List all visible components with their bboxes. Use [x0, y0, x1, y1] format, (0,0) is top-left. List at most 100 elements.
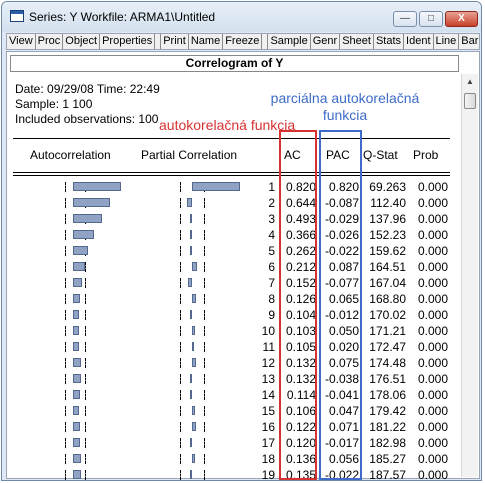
toolbar-proc-button[interactable]: Proc	[35, 34, 64, 49]
toolbar-ident-button[interactable]: Ident	[404, 34, 434, 49]
ac-band-right-dash	[85, 310, 86, 320]
toolbar-line-button[interactable]: Line	[433, 34, 460, 49]
ac-annotation-label: autokorelačná funkcia	[159, 117, 296, 133]
ac-bar	[73, 278, 82, 287]
toolbar-genr-button[interactable]: Genr	[310, 34, 341, 49]
pac-band-left-dash	[180, 438, 181, 448]
partial-correlation-header: Partial Correlation	[141, 148, 238, 162]
title-bar[interactable]: Series: Y Workfile: ARMA1\Untitled — □ X	[2, 2, 481, 32]
pac-bar	[192, 182, 240, 191]
scroll-thumb[interactable]	[464, 93, 476, 109]
ac-bar	[73, 406, 80, 415]
ac-band-left-dash	[65, 358, 66, 368]
lag-cell: 12	[261, 356, 275, 370]
pac-bar	[192, 406, 195, 415]
lag-cell: 11	[262, 340, 275, 354]
vertical-scrollbar[interactable]: ▲	[461, 74, 478, 477]
qstat-cell: 182.98	[369, 436, 406, 450]
prob-cell: 0.000	[417, 452, 448, 466]
scroll-up-icon[interactable]: ▲	[462, 74, 478, 90]
close-button[interactable]: X	[445, 11, 478, 27]
qstat-cell: 152.23	[369, 228, 406, 242]
toolbar-properties-button[interactable]: Properties	[100, 34, 156, 49]
lag-cell: 9	[268, 308, 275, 322]
qstat-header: Q-Stat	[363, 148, 398, 162]
pac-band-right-dash	[204, 278, 205, 288]
qstat-cell: 167.04	[369, 276, 406, 290]
prob-cell: 0.000	[417, 212, 448, 226]
prob-header: Prob	[413, 148, 439, 162]
qstat-cell: 170.02	[369, 308, 406, 322]
lag-cell: 8	[268, 292, 275, 306]
lag-cell: 15	[261, 404, 275, 418]
pac-band-left-dash	[180, 374, 181, 384]
prob-cell: 0.000	[417, 404, 448, 418]
ac-bar	[73, 326, 79, 335]
correlogram-row: 2 0.644 -0.087 112.40 0.000	[7, 195, 457, 211]
pac-bar	[192, 454, 196, 463]
toolbar-name-button[interactable]: Name	[188, 34, 224, 49]
maximize-button[interactable]: □	[419, 11, 443, 27]
prob-cell: 0.000	[417, 340, 448, 354]
qstat-cell: 172.47	[369, 340, 406, 354]
qstat-cell: 164.51	[369, 260, 406, 274]
ac-band-left-dash	[65, 342, 66, 352]
toolbar-bar-button[interactable]: Bar	[459, 34, 479, 49]
observations-line: Included observations: 100	[15, 112, 159, 126]
correlogram-row: 3 0.493 -0.029 137.96 0.000	[7, 211, 457, 227]
toolbar-sample-button[interactable]: Sample	[268, 34, 311, 49]
toolbar-object-button[interactable]: Object	[63, 34, 101, 49]
prob-cell: 0.000	[417, 388, 448, 402]
toolbar-freeze-button[interactable]: Freeze	[223, 34, 263, 49]
lag-cell: 16	[261, 420, 275, 434]
toolbar-sheet-button[interactable]: Sheet	[340, 34, 374, 49]
lag-cell: 4	[268, 228, 275, 242]
ac-band-right-dash	[85, 422, 86, 432]
toolbar-view-button[interactable]: View	[7, 34, 36, 49]
pac-band-left-dash	[180, 278, 181, 288]
lag-cell: 2	[268, 196, 275, 210]
toolbar-print-button[interactable]: Print	[161, 34, 189, 49]
ac-bar	[73, 358, 81, 367]
pac-bar	[192, 342, 194, 351]
ac-band-left-dash	[65, 230, 66, 240]
ac-bar	[73, 422, 81, 431]
ac-bar	[73, 390, 80, 399]
pac-band-left-dash	[180, 246, 181, 256]
lag-cell: 13	[261, 372, 275, 386]
qstat-cell: 69.263	[369, 180, 406, 194]
pac-band-left-dash	[180, 310, 181, 320]
table-header-rule	[13, 172, 450, 173]
minimize-button[interactable]: —	[393, 11, 417, 27]
correlogram-row: 6 0.212 0.087 164.51 0.000	[7, 259, 457, 275]
lag-cell: 3	[268, 212, 275, 226]
date-line: Date: 09/29/08 Time: 22:49	[15, 82, 160, 96]
pac-band-left-dash	[180, 214, 181, 224]
lag-cell: 7	[268, 276, 275, 290]
prob-cell: 0.000	[417, 356, 448, 370]
pac-band-right-dash	[204, 374, 205, 384]
pac-band-left-dash	[180, 358, 181, 368]
toolbar-stats-button[interactable]: Stats	[373, 34, 405, 49]
lag-cell: 10	[261, 324, 275, 338]
ac-band-left-dash	[65, 390, 66, 400]
table-header-rule-double	[13, 175, 450, 176]
ac-band-right-dash	[85, 374, 86, 384]
pac-band-right-dash	[204, 214, 205, 224]
qstat-cell: 159.62	[369, 244, 406, 258]
ac-band-left-dash	[65, 406, 66, 416]
ac-band-left-dash	[65, 214, 66, 224]
ac-highlight-box	[279, 130, 317, 480]
correlogram-row: 5 0.262 -0.022 159.62 0.000	[7, 243, 457, 259]
prob-cell: 0.000	[417, 292, 448, 306]
table-top-rule	[13, 138, 450, 139]
correlogram-row: 8 0.126 0.065 168.80 0.000	[7, 291, 457, 307]
pac-bar	[190, 230, 192, 239]
pac-band-left-dash	[180, 230, 181, 240]
pac-bar	[190, 470, 192, 479]
qstat-cell: 168.80	[369, 292, 406, 306]
qstat-cell: 185.27	[369, 452, 406, 466]
pac-band-right-dash	[204, 470, 205, 480]
pac-band-right-dash	[204, 326, 205, 336]
pac-band-right-dash	[204, 294, 205, 304]
